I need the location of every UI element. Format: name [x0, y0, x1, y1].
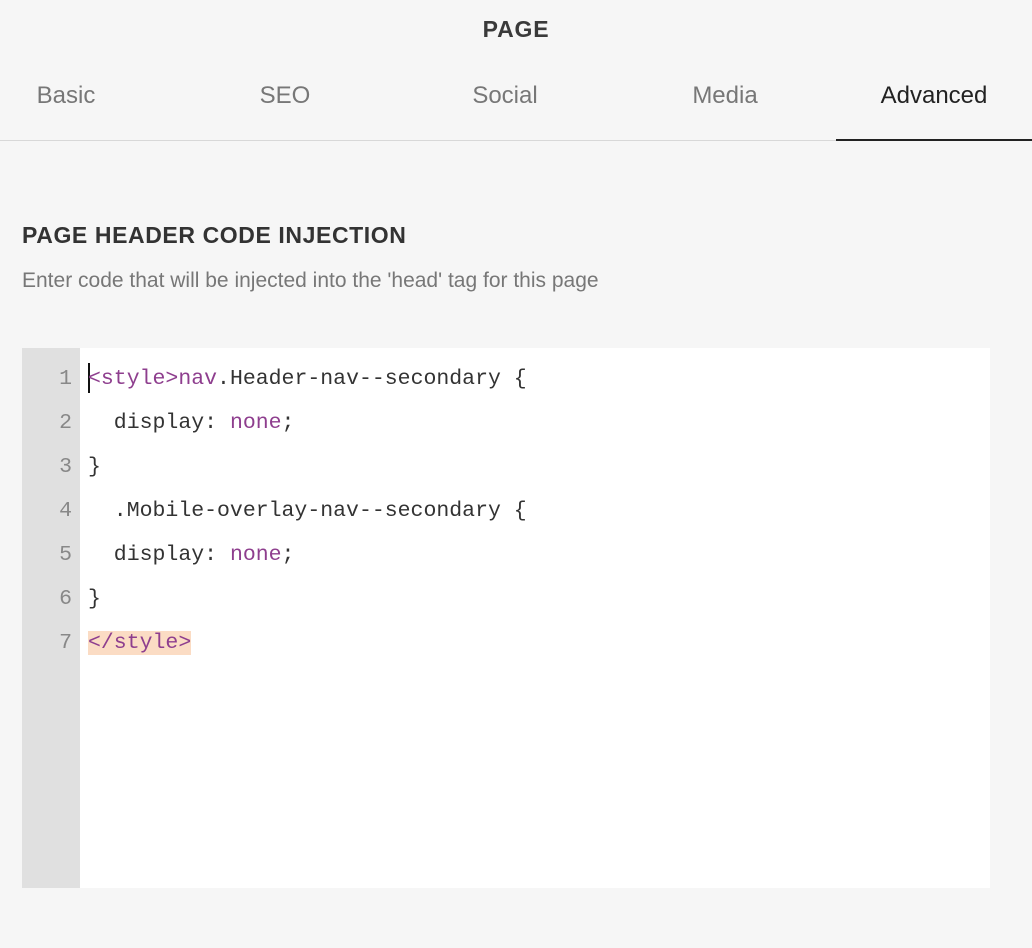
- tab-media[interactable]: Media: [627, 60, 823, 140]
- line-number: 6: [59, 587, 72, 611]
- line-number: 1: [59, 367, 72, 391]
- tab-basic[interactable]: Basic: [0, 60, 164, 140]
- code-line: 2 display: none;: [22, 401, 990, 445]
- code-line-text[interactable]: display: none;: [88, 401, 295, 445]
- line-number: 4: [59, 499, 72, 523]
- css-value: none: [229, 411, 282, 435]
- line-number: 2: [59, 411, 72, 435]
- code-editor[interactable]: 1 <style>nav.Header-nav--secondary { 2 d…: [22, 348, 990, 888]
- section-heading: PAGE HEADER CODE INJECTION: [22, 222, 407, 248]
- code-line: 6 }: [22, 577, 990, 621]
- css-property: display:: [88, 543, 230, 567]
- code-line-text[interactable]: <style>nav.Header-nav--secondary {: [88, 357, 527, 401]
- panel-title: PAGE: [482, 16, 550, 42]
- tab-bar: Basic SEO Social Media Advanced: [0, 60, 1032, 141]
- code-line: 5 display: none;: [22, 533, 990, 577]
- style-close-tag: </style>: [88, 631, 192, 655]
- code-line-text[interactable]: </style>: [88, 621, 192, 665]
- code-line-text[interactable]: }: [88, 577, 101, 621]
- code-line: 3 }: [22, 445, 990, 489]
- code-line-text[interactable]: }: [88, 445, 101, 489]
- css-value: none: [229, 543, 282, 567]
- selector-element: nav: [178, 367, 218, 391]
- style-open-tag: <style>: [88, 367, 179, 391]
- code-line-text[interactable]: display: none;: [88, 533, 295, 577]
- css-terminator: ;: [281, 543, 295, 567]
- selector-rest: .Header-nav--secondary {: [217, 367, 527, 391]
- code-line: 4 .Mobile-overlay-nav--secondary {: [22, 489, 990, 533]
- code-line: 7 </style>: [22, 621, 990, 665]
- tab-advanced[interactable]: Advanced: [836, 60, 1032, 141]
- tab-seo[interactable]: SEO: [187, 60, 383, 140]
- tab-social[interactable]: Social: [407, 60, 603, 140]
- code-line-text[interactable]: .Mobile-overlay-nav--secondary {: [88, 489, 527, 533]
- css-property: display:: [88, 411, 230, 435]
- line-number: 7: [59, 631, 72, 655]
- css-terminator: ;: [281, 411, 295, 435]
- line-number: 5: [59, 543, 72, 567]
- line-number: 3: [59, 455, 72, 479]
- section-description: Enter code that will be injected into th…: [22, 269, 599, 292]
- code-line: 1 <style>nav.Header-nav--secondary {: [22, 357, 990, 401]
